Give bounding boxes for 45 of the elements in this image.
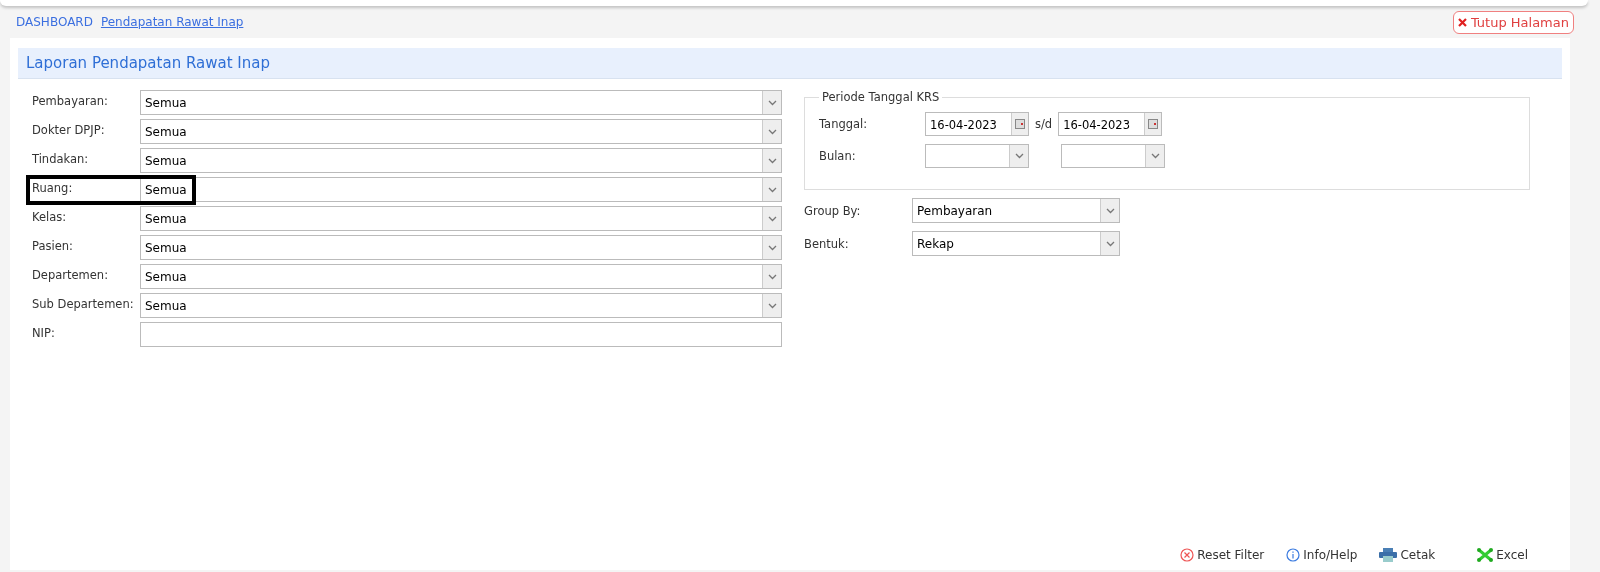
close-circle-icon: [1180, 548, 1195, 562]
date-field[interactable]: 16-04-2023: [925, 112, 1029, 136]
dropdown[interactable]: [925, 144, 1029, 168]
field-label: Tanggal:: [819, 117, 869, 131]
dropdown[interactable]: [1061, 144, 1165, 168]
field-label: Bulan:: [819, 149, 857, 163]
excel-button[interactable]: Excel: [1473, 548, 1532, 562]
dropdown[interactable]: Rekap: [912, 231, 1120, 256]
reset-button[interactable]: Reset Filter: [1176, 548, 1269, 562]
dropdown[interactable]: Semua: [140, 293, 782, 318]
print-button[interactable]: Cetak: [1375, 548, 1440, 562]
field-label: Sub Departemen:: [32, 296, 135, 311]
panel-title: Laporan Pendapatan Rawat Inap: [18, 48, 1562, 79]
calendar-icon: [1148, 119, 1159, 129]
calendar-icon: [1015, 119, 1025, 129]
field-label: Group By:: [804, 203, 862, 218]
input-field[interactable]: [140, 322, 782, 347]
date-field[interactable]: 16-04-2023: [1058, 112, 1163, 136]
field-label: Bentuk:: [804, 236, 850, 251]
close-icon: [1457, 17, 1467, 27]
field-label: Pembayaran:: [32, 93, 109, 108]
dropdown[interactable]: Semua: [140, 148, 782, 173]
printer-icon: [1379, 548, 1398, 562]
dropdown[interactable]: Semua: [140, 235, 782, 260]
field-label: Dokter DPJP:: [32, 122, 106, 137]
info-button[interactable]: Info/Help: [1282, 548, 1362, 562]
dropdown[interactable]: Semua: [140, 119, 782, 144]
close-page-button[interactable]: Tutup Halaman: [1452, 10, 1574, 34]
dropdown[interactable]: Pembayaran: [912, 198, 1120, 223]
field-label: NIP:: [32, 325, 56, 340]
breadcrumb-link[interactable]: Pendapatan Rawat Inap: [100, 15, 244, 29]
field-label: Departemen:: [32, 267, 110, 282]
range-separator: s/d: [1035, 117, 1053, 131]
excel-icon: [1477, 548, 1494, 562]
dropdown[interactable]: Semua: [140, 206, 782, 231]
group-title: Periode Tanggal KRS: [821, 90, 941, 104]
dropdown[interactable]: Semua: [140, 177, 782, 202]
field-label: Kelas:: [32, 209, 68, 224]
breadcrumb-link[interactable]: DASHBOARD: [16, 15, 93, 29]
dropdown[interactable]: Semua: [140, 264, 782, 289]
info-icon: [1286, 548, 1301, 562]
field-label: Pasien:: [32, 238, 74, 253]
field-label: Ruang:: [32, 180, 74, 195]
field-label: Tindakan:: [32, 151, 90, 166]
dropdown[interactable]: Semua: [140, 90, 782, 115]
